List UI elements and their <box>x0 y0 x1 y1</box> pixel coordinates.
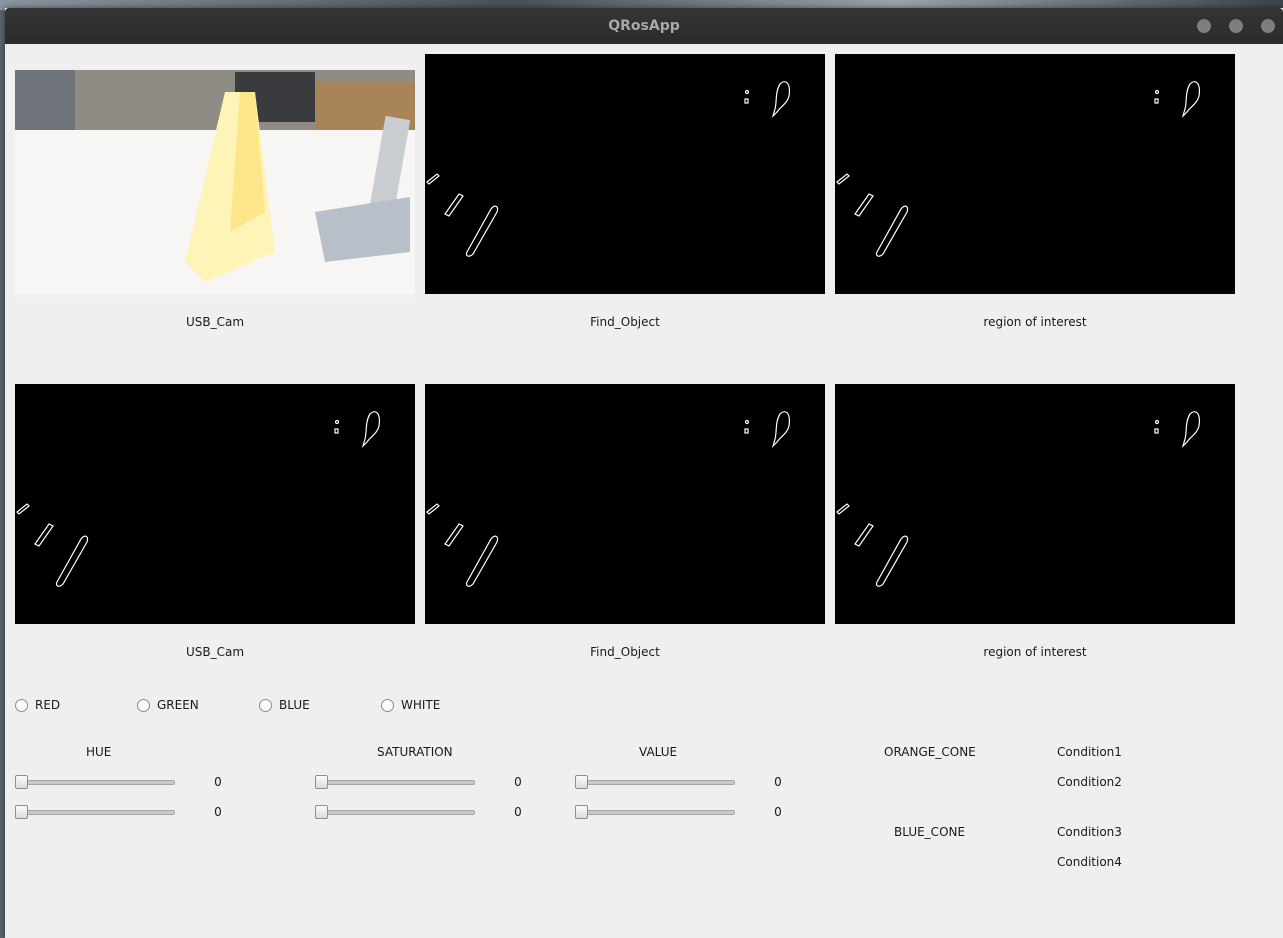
edge-image <box>426 81 790 257</box>
find-object-view <box>425 54 825 294</box>
maximize-button[interactable] <box>1229 19 1243 33</box>
radio-circle-icon[interactable] <box>259 698 272 712</box>
radio-circle-icon[interactable] <box>15 698 28 712</box>
region-of-interest-view <box>835 54 1235 294</box>
radio-label: RED <box>35 698 61 712</box>
slider-handle[interactable] <box>575 805 588 819</box>
hue-max-value: 0 <box>214 805 222 819</box>
orange-cone-label: ORANGE_CONE <box>884 745 976 759</box>
saturation-max-value: 0 <box>514 805 522 819</box>
usb-cam-view-2 <box>15 384 415 624</box>
minimize-button[interactable] <box>1197 19 1211 33</box>
slider-handle[interactable] <box>315 775 328 789</box>
radio-white[interactable]: WHITE <box>381 698 440 712</box>
caption-find-object-1: Find_Object <box>590 315 660 329</box>
radio-red[interactable]: RED <box>15 698 60 712</box>
slider-track <box>575 780 735 785</box>
saturation-label: SATURATION <box>377 745 453 759</box>
camera-photo <box>15 62 415 302</box>
hue-max-slider[interactable] <box>15 805 175 819</box>
condition4-label: Condition4 <box>1057 855 1122 869</box>
slider-track <box>15 780 175 785</box>
hue-label: HUE <box>86 745 112 759</box>
caption-region-of-interest-2: region of interest <box>983 645 1087 659</box>
condition1-label: Condition1 <box>1057 745 1122 759</box>
condition2-label: Condition2 <box>1057 775 1122 789</box>
hue-min-slider[interactable] <box>15 775 175 789</box>
title-bar[interactable]: QRosApp <box>5 8 1283 44</box>
caption-usb-cam-1: USB_Cam <box>185 315 245 329</box>
usb-cam-view <box>15 62 415 302</box>
find-object-view-2 <box>425 384 825 624</box>
slider-track <box>575 810 735 815</box>
slider-handle[interactable] <box>315 805 328 819</box>
hue-min-value: 0 <box>214 775 222 789</box>
value-max-value: 0 <box>774 805 782 819</box>
edge-image <box>836 81 1200 257</box>
caption-region-of-interest-1: region of interest <box>983 315 1087 329</box>
radio-circle-icon[interactable] <box>381 698 394 712</box>
radio-green[interactable]: GREEN <box>137 698 199 712</box>
edge-image <box>16 411 380 587</box>
saturation-max-slider[interactable] <box>315 805 475 819</box>
slider-handle[interactable] <box>15 805 28 819</box>
saturation-min-value: 0 <box>514 775 522 789</box>
blue-cone-label: BLUE_CONE <box>894 825 966 839</box>
edge-image <box>836 411 1200 587</box>
radio-label: GREEN <box>157 698 199 712</box>
slider-handle[interactable] <box>15 775 28 789</box>
edge-image <box>426 411 790 587</box>
caption-usb-cam-2: USB_Cam <box>185 645 245 659</box>
saturation-min-slider[interactable] <box>315 775 475 789</box>
radio-label: WHITE <box>401 698 441 712</box>
condition3-label: Condition3 <box>1057 825 1122 839</box>
slider-track <box>15 810 175 815</box>
value-min-slider[interactable] <box>575 775 735 789</box>
slider-handle[interactable] <box>575 775 588 789</box>
radio-blue[interactable]: BLUE <box>259 698 310 712</box>
radio-circle-icon[interactable] <box>137 698 150 712</box>
value-label: VALUE <box>639 745 678 759</box>
caption-find-object-2: Find_Object <box>590 645 660 659</box>
region-of-interest-view-2 <box>835 384 1235 624</box>
slider-track <box>315 810 475 815</box>
app-window: QRosApp USB_Cam Find_Object region of in… <box>5 8 1283 938</box>
window-title: QRosApp <box>608 18 680 34</box>
close-button[interactable] <box>1261 19 1275 33</box>
radio-label: BLUE <box>279 698 310 712</box>
value-max-slider[interactable] <box>575 805 735 819</box>
value-min-value: 0 <box>774 775 782 789</box>
slider-track <box>315 780 475 785</box>
